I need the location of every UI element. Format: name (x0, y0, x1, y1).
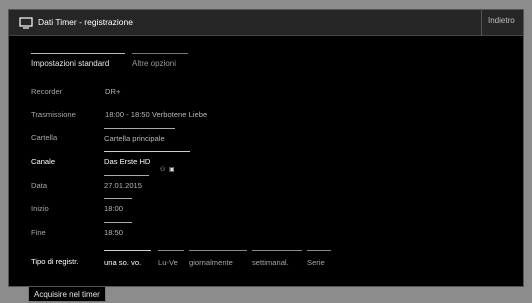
date-label: Data (31, 181, 48, 190)
dialog-title: Dati Timer - registrazione (38, 17, 133, 27)
recording-type-once[interactable]: una so. vo. (104, 250, 151, 267)
channel-label: Canale (31, 157, 56, 166)
add-to-timer-button[interactable]: Acquisire nel timer (28, 287, 106, 302)
back-button[interactable]: Indietro (481, 10, 523, 36)
recording-type-series[interactable]: Serie (307, 250, 331, 267)
tab-standard-settings[interactable]: Impostazioni standard (31, 53, 125, 68)
broadcast-label: Trasmissione (31, 110, 76, 119)
timer-dialog: Dati Timer - registrazione Indietro Impo… (8, 9, 524, 287)
broadcast-value: 18:00 - 18:50 Verbotene Liebe (105, 110, 208, 119)
channel-field[interactable]: Das Erste HD (104, 151, 190, 166)
recorder-label: Recorder (31, 87, 63, 96)
recording-type-weekly[interactable]: settimanal. (252, 250, 302, 267)
recording-type-label: Tipo di registr. (31, 257, 79, 266)
tv-icon (19, 17, 33, 29)
end-field[interactable]: 18:50 (104, 222, 132, 237)
recorder-value: DR+ (105, 87, 121, 96)
tab-other-options[interactable]: Altre opzioni (132, 53, 188, 68)
end-label: Fine (31, 228, 46, 237)
start-label: Inizio (31, 204, 49, 213)
folder-field[interactable]: Cartella principale (104, 128, 175, 143)
recording-type-daily[interactable]: giornalmente (189, 250, 247, 267)
channel-info-icons: ⚇ ▣ (160, 167, 176, 173)
start-field[interactable]: 18:00 (104, 198, 132, 213)
date-field[interactable]: 27.01.2015 (104, 175, 149, 190)
title-bar: Dati Timer - registrazione Indietro (9, 10, 523, 36)
recording-type-mon-fri[interactable]: Lu-Ve (158, 250, 184, 267)
channel-value: Das Erste HD (104, 157, 151, 166)
folder-label: Cartella (31, 133, 58, 142)
